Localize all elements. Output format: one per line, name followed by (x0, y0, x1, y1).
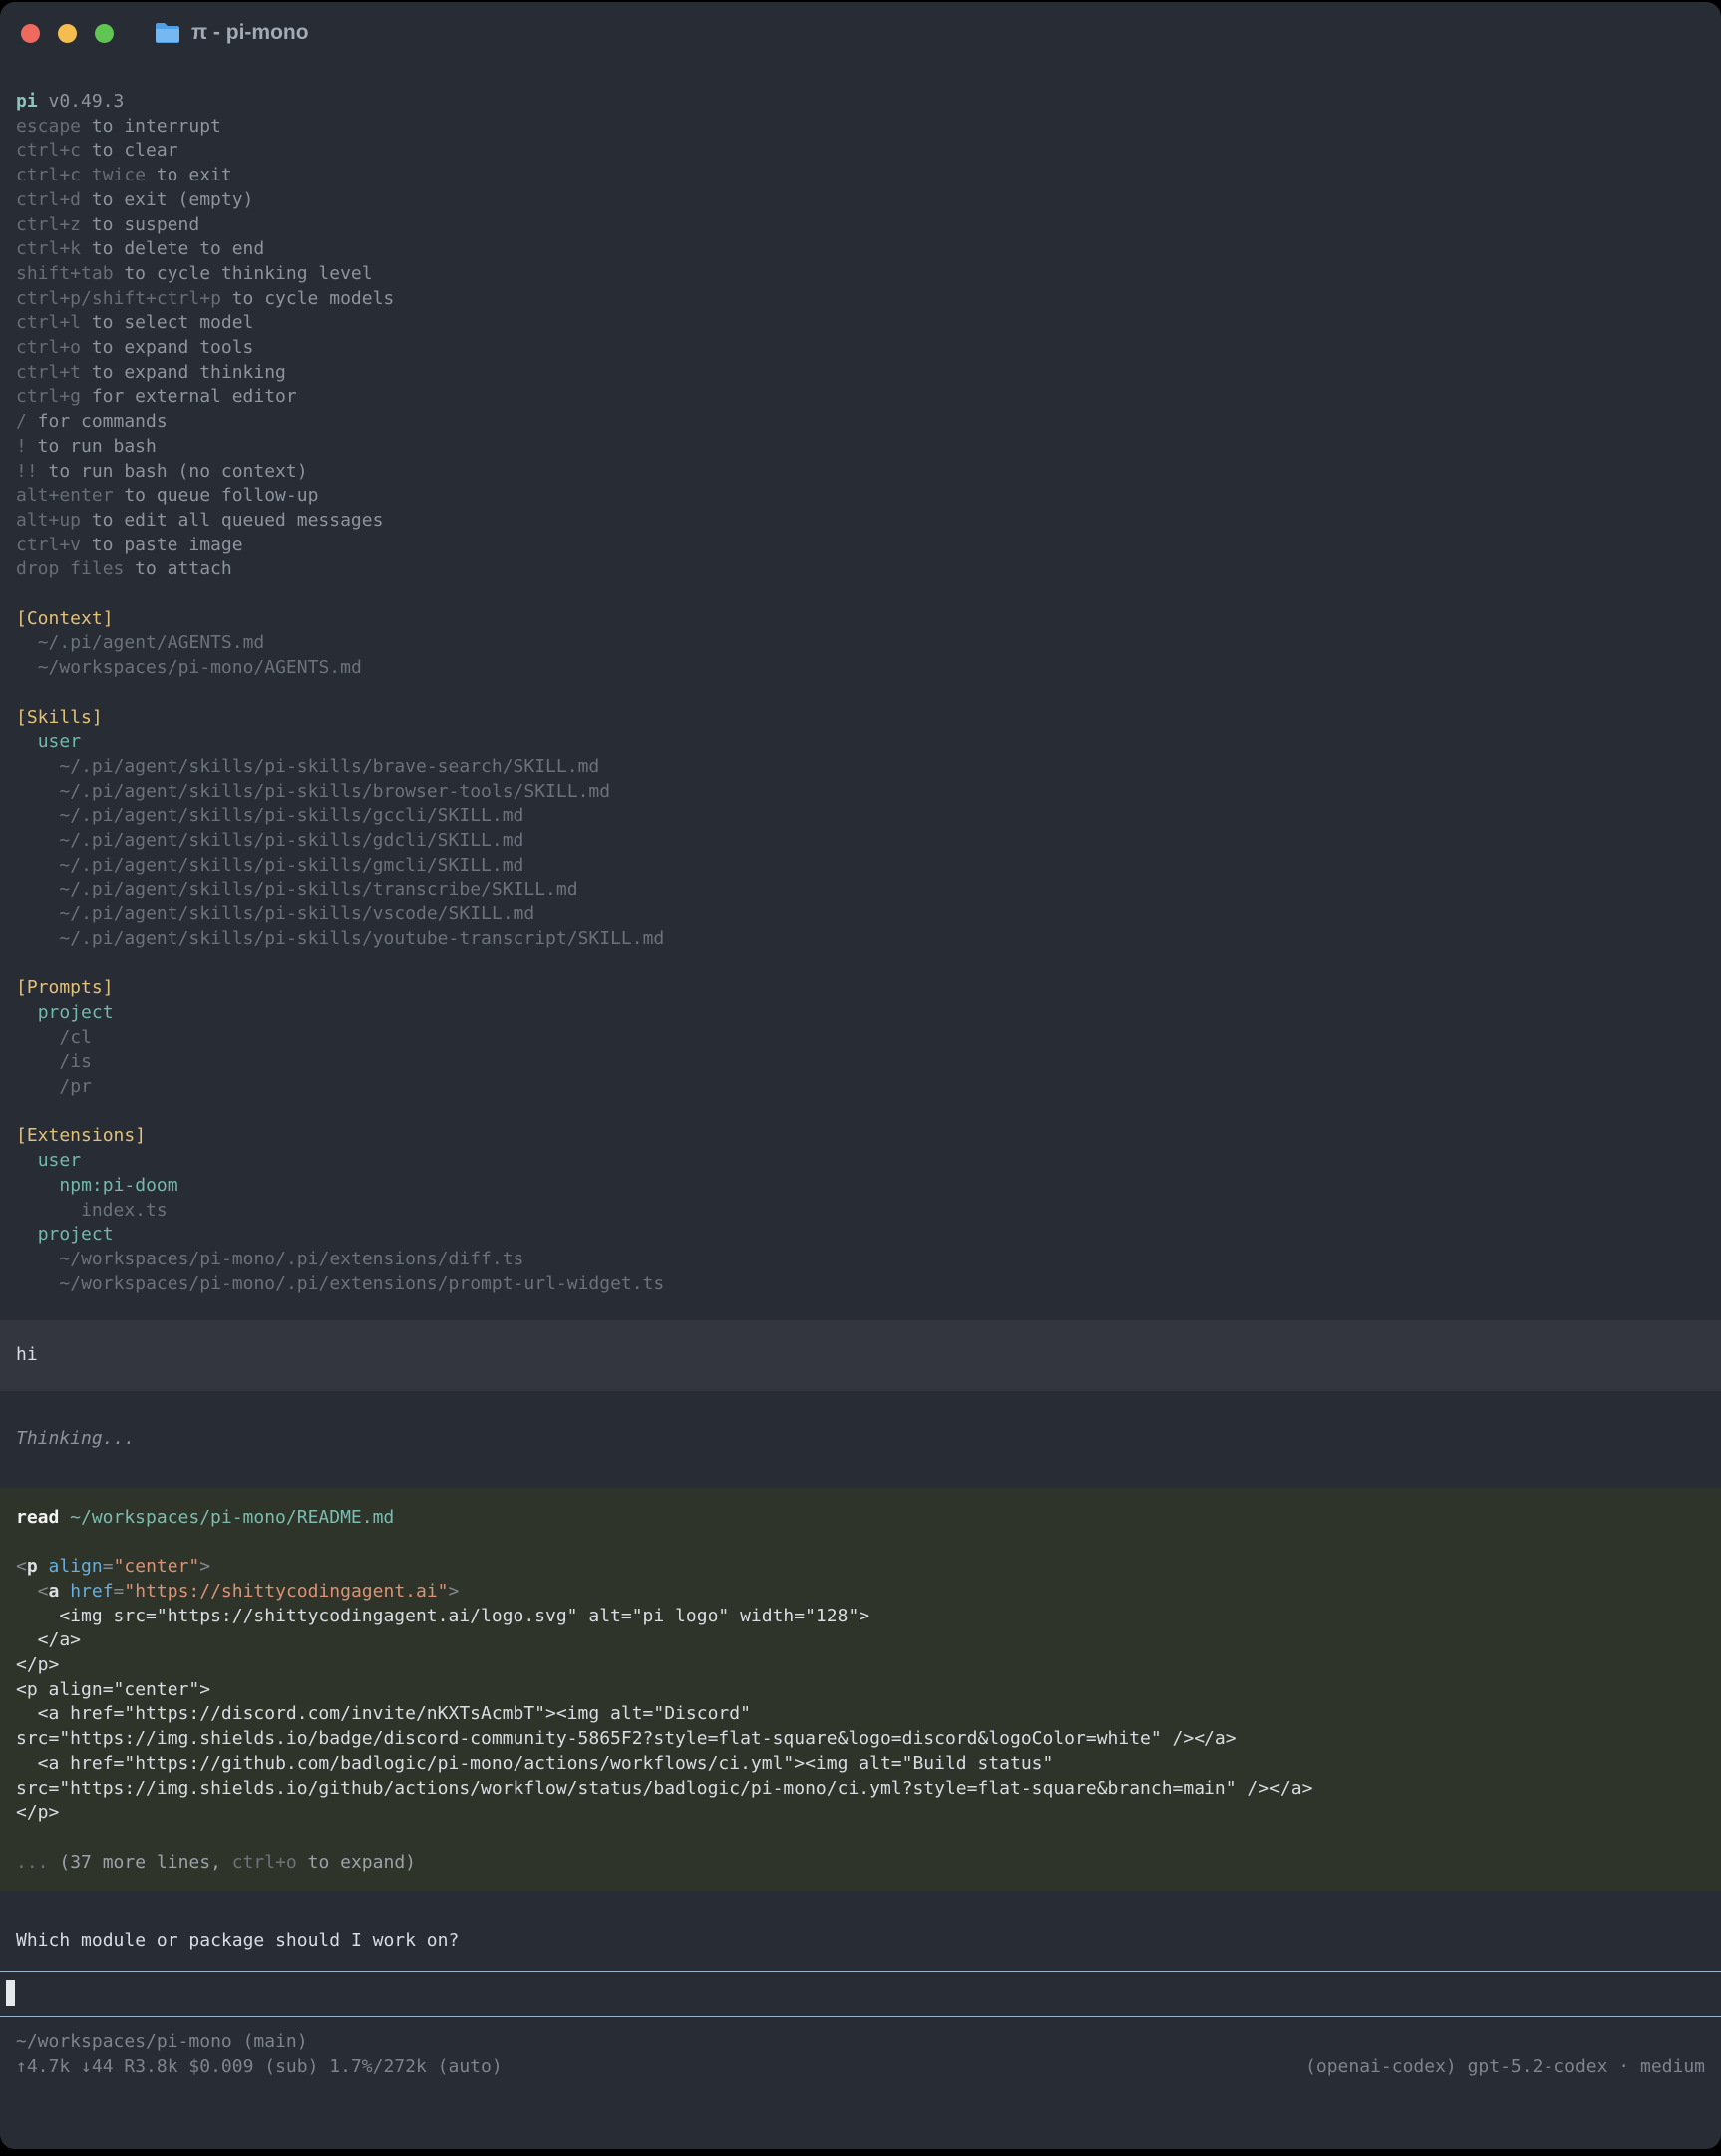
prompt-item: /pr (0, 1075, 1721, 1100)
skill-item: ~/.pi/agent/skills/pi-skills/transcribe/… (0, 878, 1721, 902)
shortcut-line: !!to run bash (no context) (0, 460, 1721, 485)
extension-npm-entry: npm:pi-doom (0, 1174, 1721, 1199)
skill-item: ~/.pi/agent/skills/pi-skills/brave-searc… (0, 755, 1721, 780)
context-item: ~/.pi/agent/AGENTS.md (0, 631, 1721, 656)
shortcut-line: ctrl+gfor external editor (0, 385, 1721, 410)
status-line-stats: ↑4.7k ↓44 R3.8k $0.009 (sub) 1.7%/272k (… (16, 2055, 1705, 2080)
prompts-section-header: [Prompts] (0, 976, 1721, 1001)
prompts-group-label: project (0, 1001, 1721, 1026)
thinking-indicator: Thinking... (0, 1427, 1721, 1452)
context-section-header: [Context] (0, 607, 1721, 632)
extension-item: ~/workspaces/pi-mono/.pi/extensions/prom… (0, 1272, 1721, 1297)
console-scrollback: pi v0.49.3 escapeto interrupt ctrl+cto cl… (0, 64, 1721, 1296)
shortcut-line: ctrl+dto exit (empty) (0, 188, 1721, 213)
user-message-text: hi (16, 1344, 38, 1365)
shortcut-line: ctrl+c twiceto exit (0, 164, 1721, 188)
truncation-notice: ... (37 more lines, ctrl+o to expand) (16, 1851, 1705, 1876)
status-line-cwd: ~/workspaces/pi-mono (main) (16, 2030, 1705, 2055)
tool-call-block: read ~/workspaces/pi-mono/README.md <p al… (0, 1488, 1721, 1892)
app-name: pi (16, 91, 38, 112)
window-title: π - pi-mono (191, 21, 309, 45)
extensions-user-group-label: user (0, 1149, 1721, 1174)
code-line: <a href="https://github.com/badlogic/pi-… (16, 1752, 1705, 1777)
text-cursor (6, 1980, 15, 2006)
token-usage-stats: ↑4.7k ↓44 R3.8k $0.009 (sub) 1.7%/272k (… (16, 2055, 503, 2080)
tool-verb: read (16, 1507, 59, 1528)
shortcut-line: /for commands (0, 410, 1721, 435)
shortcut-line: ctrl+zto suspend (0, 213, 1721, 238)
extension-npm-child: index.ts (0, 1199, 1721, 1224)
code-line: src="https://img.shields.io/github/actio… (16, 1777, 1705, 1802)
extensions-section-header: [Extensions] (0, 1124, 1721, 1149)
assistant-message: Which module or package should I work on… (0, 1929, 1721, 1954)
context-item: ~/workspaces/pi-mono/AGENTS.md (0, 656, 1721, 681)
extensions-project-group-label: project (0, 1223, 1721, 1248)
code-line: </a> (16, 1628, 1705, 1653)
shortcut-line: ctrl+p/shift+ctrl+pto cycle models (0, 287, 1721, 312)
skill-item: ~/.pi/agent/skills/pi-skills/youtube-tra… (0, 927, 1721, 952)
status-bar: ~/workspaces/pi-mono (main) ↑4.7k ↓44 R3… (0, 2017, 1721, 2079)
shortcut-line: ctrl+kto delete to end (0, 237, 1721, 262)
tool-argument: ~/workspaces/pi-mono/README.md (70, 1507, 394, 1528)
model-indicator: (openai-codex) gpt-5.2-codex · medium (1305, 2055, 1705, 2080)
skills-group-label: user (0, 730, 1721, 755)
code-line: <p align="center"> (16, 1555, 1705, 1580)
working-directory: ~/workspaces/pi-mono (main) (16, 2030, 308, 2055)
prompt-item: /is (0, 1050, 1721, 1075)
titlebar: π - pi-mono (0, 2, 1721, 64)
shortcut-line: ctrl+vto paste image (0, 534, 1721, 558)
shortcut-line: escapeto interrupt (0, 115, 1721, 140)
close-window-button[interactable] (21, 24, 40, 43)
shortcut-line: ctrl+cto clear (0, 139, 1721, 164)
code-line: <a href="https://discord.com/invite/nKXT… (16, 1702, 1705, 1727)
code-line: <img src="https://shittycodingagent.ai/l… (16, 1605, 1705, 1629)
terminal-window: π - pi-mono pi v0.49.3 escapeto interrupt… (0, 2, 1721, 2149)
shortcut-line: ctrl+lto select model (0, 311, 1721, 336)
tool-call-header: read ~/workspaces/pi-mono/README.md (16, 1506, 1705, 1531)
code-line: <a href="https://shittycodingagent.ai"> (16, 1580, 1705, 1605)
prompt-input[interactable] (0, 1971, 1721, 2017)
shortcut-line: alt+enterto queue follow-up (0, 484, 1721, 509)
app-version: v0.49.3 (48, 91, 124, 112)
skill-item: ~/.pi/agent/skills/pi-skills/vscode/SKIL… (0, 902, 1721, 927)
user-message: hi (0, 1320, 1721, 1391)
code-line: src="https://img.shields.io/badge/discor… (16, 1727, 1705, 1752)
shortcut-line: !to run bash (0, 435, 1721, 460)
shortcut-line: ctrl+oto expand tools (0, 336, 1721, 361)
minimize-window-button[interactable] (58, 24, 77, 43)
prompt-item: /cl (0, 1026, 1721, 1051)
skill-item: ~/.pi/agent/skills/pi-skills/browser-too… (0, 780, 1721, 805)
version-line: pi v0.49.3 (0, 90, 1721, 115)
code-line: <p align="center"> (16, 1678, 1705, 1703)
shortcut-line: alt+upto edit all queued messages (0, 509, 1721, 534)
extension-item: ~/workspaces/pi-mono/.pi/extensions/diff… (0, 1248, 1721, 1272)
zoom-window-button[interactable] (95, 24, 114, 43)
folder-icon (154, 21, 181, 45)
skill-item: ~/.pi/agent/skills/pi-skills/gmcli/SKILL… (0, 854, 1721, 879)
skill-item: ~/.pi/agent/skills/pi-skills/gdcli/SKILL… (0, 829, 1721, 854)
skill-item: ~/.pi/agent/skills/pi-skills/gccli/SKILL… (0, 804, 1721, 829)
skills-section-header: [Skills] (0, 706, 1721, 731)
code-line: </p> (16, 1801, 1705, 1826)
shortcut-line: shift+tabto cycle thinking level (0, 262, 1721, 287)
shortcut-line: drop filesto attach (0, 557, 1721, 582)
shortcut-line: ctrl+tto expand thinking (0, 361, 1721, 386)
code-line: </p> (16, 1653, 1705, 1678)
